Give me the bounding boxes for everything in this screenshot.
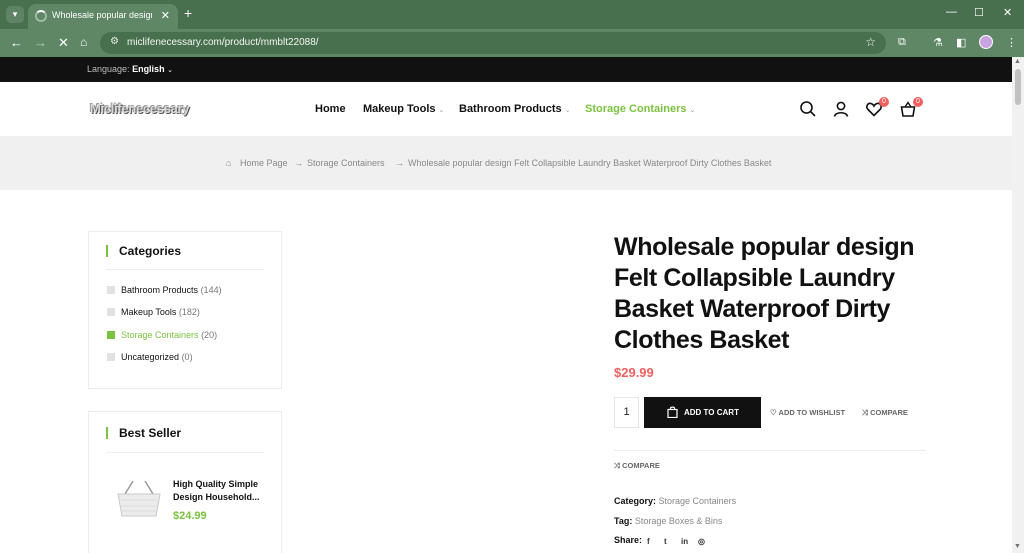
home-icon[interactable]: ⌂ <box>80 35 87 49</box>
browser-tab-bar: ▾ Wholesale popular design Felt ✕ + — ☐ … <box>0 0 1024 29</box>
nav-makeup-tools[interactable]: Makeup Tools ⌄ <box>363 103 444 115</box>
checkbox-icon <box>107 353 115 361</box>
side-panel-icon[interactable]: ◧ <box>956 36 966 49</box>
product-tag: Tag: Storage Boxes & Bins <box>614 516 723 526</box>
chevron-down-icon: ⌄ <box>438 107 445 114</box>
checkbox-icon <box>107 308 115 316</box>
nav-bathroom-products[interactable]: Bathroom Products ⌄ <box>459 103 571 115</box>
heart-icon: ♡ <box>770 408 777 417</box>
breadcrumb-separator: → <box>294 158 303 168</box>
divider <box>106 269 264 270</box>
nav-home[interactable]: Home <box>315 103 346 115</box>
address-bar[interactable]: ⚙ miclifenecessary.com/product/mmblt2208… <box>100 32 886 54</box>
back-arrow-icon[interactable]: ← <box>10 35 23 50</box>
wishlist-count-badge: 0 <box>879 97 889 107</box>
search-icon[interactable] <box>799 100 817 118</box>
new-tab-button[interactable]: + <box>184 5 192 21</box>
shuffle-icon: ⤨ <box>614 461 620 470</box>
minimize-icon[interactable]: — <box>946 6 957 18</box>
divider <box>106 452 264 453</box>
categories-widget: Categories Bathroom Products (144) Makeu… <box>88 231 282 389</box>
browser-toolbar: ← → ✕ ⌂ ⚙ miclifenecessary.com/product/m… <box>0 29 1024 57</box>
labs-flask-icon[interactable]: ⚗ <box>933 36 943 49</box>
nav-storage-containers[interactable]: Storage Containers ⌄ <box>585 103 695 115</box>
category-uncategorized[interactable]: Uncategorized (0) <box>107 352 193 362</box>
stop-loading-icon[interactable]: ✕ <box>58 35 69 51</box>
checkbox-checked-icon <box>107 331 115 339</box>
maximize-icon[interactable]: ☐ <box>974 6 984 19</box>
add-to-wishlist-link[interactable]: ♡ ADD TO WISHLIST <box>770 408 845 417</box>
page-scrollbar[interactable]: ▲ ▼ <box>1012 57 1024 553</box>
breadcrumb-home[interactable]: Home Page <box>240 158 288 168</box>
categories-title: Categories <box>119 244 182 258</box>
tab-title: Wholesale popular design Felt <box>52 10 152 20</box>
tag-link[interactable]: Storage Boxes & Bins <box>635 516 723 526</box>
scroll-down-icon[interactable]: ▼ <box>1014 543 1021 550</box>
title-accent <box>106 245 108 257</box>
shuffle-icon: ⤨ <box>862 408 868 417</box>
linkedin-icon[interactable]: in <box>681 537 688 546</box>
category-storage-containers[interactable]: Storage Containers (20) <box>107 330 217 340</box>
twitter-icon[interactable]: t <box>664 537 667 546</box>
add-to-cart-button[interactable]: ADD TO CART <box>644 397 761 428</box>
browser-tab[interactable]: Wholesale popular design Felt ✕ <box>28 4 178 29</box>
language-label: Language: <box>87 64 130 74</box>
scrollbar-thumb[interactable] <box>1015 69 1021 105</box>
wishlist-button[interactable]: 0 <box>865 97 889 118</box>
pinterest-icon[interactable]: ◎ <box>698 537 705 546</box>
language-selector[interactable]: Language: English ⌄ <box>87 64 173 74</box>
bookmark-star-icon[interactable]: ☆ <box>865 35 876 49</box>
shopping-bag-icon <box>667 406 678 418</box>
breadcrumb-current: Wholesale popular design Felt Collapsibl… <box>408 158 772 168</box>
add-to-cart-label: ADD TO CART <box>684 408 739 417</box>
extensions-icon[interactable]: ⧉ <box>898 36 906 49</box>
loading-spinner-icon <box>35 10 47 22</box>
checkbox-icon <box>107 286 115 294</box>
breadcrumb: ⌂ Home Page → Storage Containers → Whole… <box>0 136 1012 190</box>
account-icon[interactable] <box>832 100 850 118</box>
home-icon: ⌂ <box>226 158 232 168</box>
breadcrumb-separator: → <box>395 158 404 168</box>
profile-avatar[interactable] <box>979 35 993 49</box>
facebook-icon[interactable]: f <box>647 537 650 546</box>
chevron-down-icon: ⌄ <box>689 107 696 114</box>
bestseller-product-price: $24.99 <box>173 510 207 522</box>
tab-close-icon[interactable]: ✕ <box>161 9 170 22</box>
category-bathroom-products[interactable]: Bathroom Products (144) <box>107 285 222 295</box>
forward-arrow-icon[interactable]: → <box>34 35 47 50</box>
compare-link-secondary[interactable]: ⤨ COMPARE <box>614 461 660 471</box>
scroll-up-icon[interactable]: ▲ <box>1014 58 1021 65</box>
title-accent <box>106 427 108 439</box>
window-close-icon[interactable]: ✕ <box>1003 6 1012 19</box>
best-seller-widget: Best Seller High Quality Simple Design H… <box>88 411 282 553</box>
best-seller-title: Best Seller <box>119 426 182 440</box>
site-topbar: Language: English ⌄ <box>0 57 1012 82</box>
product-category: Category: Storage Containers <box>614 496 737 506</box>
site-info-icon[interactable]: ⚙ <box>110 36 119 47</box>
bestseller-product-name[interactable]: High Quality Simple Design Household... <box>173 478 269 504</box>
product-price: $29.99 <box>614 365 654 380</box>
product-title: Wholesale popular design Felt Collapsibl… <box>614 233 915 354</box>
browser-menu-icon[interactable]: ⋮ <box>1006 36 1017 49</box>
quantity-input[interactable]: 1 <box>614 397 639 428</box>
divider <box>614 450 926 451</box>
tab-search-button[interactable]: ▾ <box>6 6 24 23</box>
cart-button[interactable]: 0 <box>899 97 923 118</box>
url-text: miclifenecessary.com/product/mmblt22088/ <box>127 37 319 48</box>
chevron-down-icon: ⌄ <box>167 67 173 74</box>
category-makeup-tools[interactable]: Makeup Tools (182) <box>107 307 200 317</box>
site-header: Miclifenecessary Home Makeup Tools ⌄ Bath… <box>0 82 1012 136</box>
cart-count-badge: 0 <box>913 97 923 107</box>
breadcrumb-category[interactable]: Storage Containers <box>307 158 385 168</box>
category-link[interactable]: Storage Containers <box>659 496 737 506</box>
share-label: Share: <box>614 535 643 545</box>
language-value: English <box>132 64 165 74</box>
site-logo[interactable]: Miclifenecessary <box>90 101 190 116</box>
chevron-down-icon: ⌄ <box>564 107 571 114</box>
compare-link[interactable]: ⤨ COMPARE <box>862 408 908 418</box>
product-thumbnail[interactable] <box>115 478 163 520</box>
